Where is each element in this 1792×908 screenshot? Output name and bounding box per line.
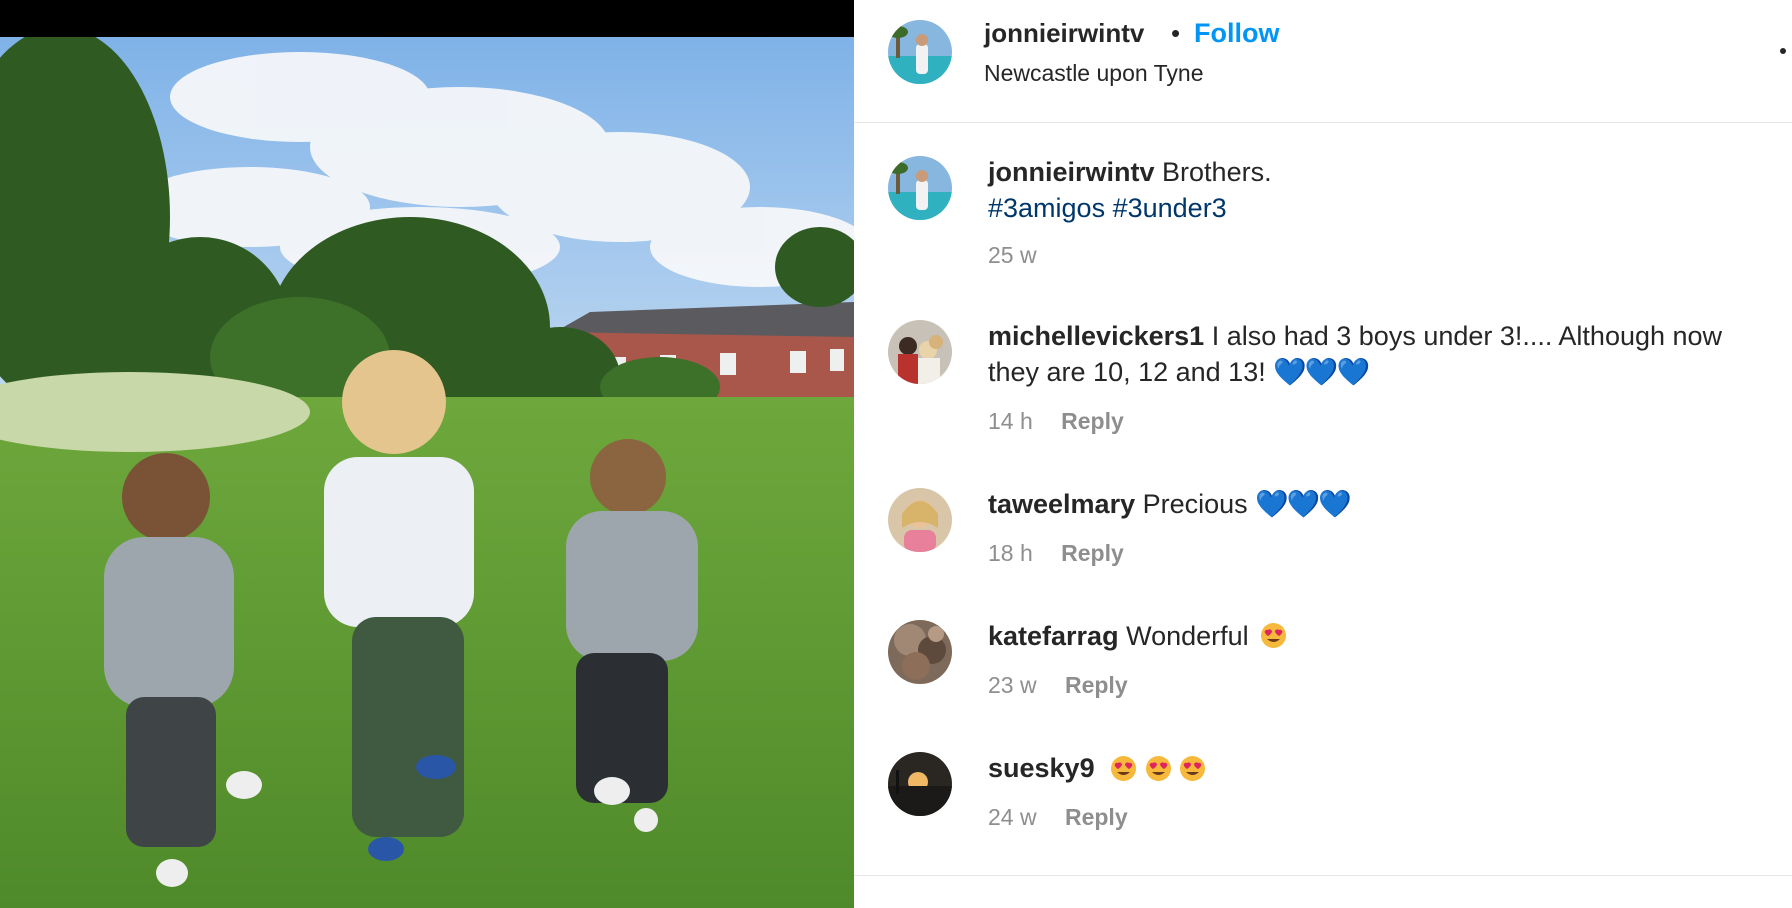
comment-meta: 24 w Reply [988, 804, 1128, 831]
comment-username[interactable]: michellevickers1 [988, 321, 1204, 351]
caption-time[interactable]: 25 w [988, 242, 1037, 268]
comment-username[interactable]: suesky9 [988, 753, 1095, 783]
comment-text: taweelmary Precious 💙💙💙 [988, 486, 1778, 522]
comment-time[interactable]: 14 h [988, 408, 1033, 434]
more-options-icon[interactable] [1780, 48, 1786, 54]
caption-username[interactable]: jonnieirwintv [988, 157, 1155, 187]
divider [854, 875, 1792, 876]
reply-button[interactable]: Reply [1065, 672, 1128, 698]
reply-button[interactable]: Reply [1061, 540, 1124, 566]
commenter-avatar[interactable] [888, 752, 952, 816]
comment-time[interactable]: 18 h [988, 540, 1033, 566]
hashtag-link[interactable]: #3under3 [1113, 193, 1227, 223]
header-separator: • [1171, 18, 1181, 48]
caption-text: jonnieirwintv Brothers. #3amigos #3under… [988, 154, 1778, 226]
heart-eyes-emoji-icon [1260, 623, 1286, 648]
reply-button[interactable]: Reply [1061, 408, 1124, 434]
comment-emoji: 💙💙💙 [1255, 489, 1352, 519]
heart-eyes-emoji-icon [1180, 756, 1206, 781]
comment-emoji: 💙💙💙 [1273, 357, 1370, 387]
comment-meta: 14 h Reply [988, 408, 1124, 435]
commenter-avatar[interactable] [888, 488, 952, 552]
comment-time[interactable]: 24 w [988, 804, 1037, 830]
comment-text: suesky9 😍😍😍 [988, 750, 1778, 786]
comment-meta: 23 w Reply [988, 672, 1128, 699]
post-location[interactable]: Newcastle upon Tyne [984, 60, 1204, 87]
heart-eyes-emoji-icon [1111, 756, 1136, 781]
caption-avatar[interactable] [888, 156, 952, 220]
post-header: jonnieirwintv • Follow Newcastle upon Ty… [854, 0, 1792, 123]
comment-meta: 18 h Reply [988, 540, 1124, 567]
post-image [0, 37, 854, 908]
follow-button[interactable]: Follow [1194, 18, 1279, 49]
heart-eyes-emoji-group [1110, 755, 1206, 791]
caption-body: Brothers. [1162, 157, 1272, 187]
commenter-avatar[interactable] [888, 320, 952, 384]
post-photo[interactable] [0, 0, 854, 908]
post-side-panel: jonnieirwintv • Follow Newcastle upon Ty… [854, 0, 1792, 908]
caption-meta: 25 w [988, 242, 1037, 269]
author-avatar[interactable] [888, 20, 952, 84]
comment-body: Precious [1142, 489, 1248, 519]
comment-username[interactable]: katefarrag [988, 621, 1119, 651]
comment-time[interactable]: 23 w [988, 672, 1037, 698]
heart-eyes-emoji-icon [1145, 756, 1171, 781]
comment-text: katefarrag Wonderful 😍 [988, 618, 1778, 654]
hashtag-link[interactable]: #3amigos [988, 193, 1105, 223]
author-username[interactable]: jonnieirwintv [984, 18, 1144, 49]
reply-button[interactable]: Reply [1065, 804, 1128, 830]
comment-username[interactable]: taweelmary [988, 489, 1135, 519]
comment-text: michellevickers1 I also had 3 boys under… [988, 318, 1778, 390]
commenter-avatar[interactable] [888, 620, 952, 684]
comment-body: Wonderful [1126, 621, 1249, 651]
